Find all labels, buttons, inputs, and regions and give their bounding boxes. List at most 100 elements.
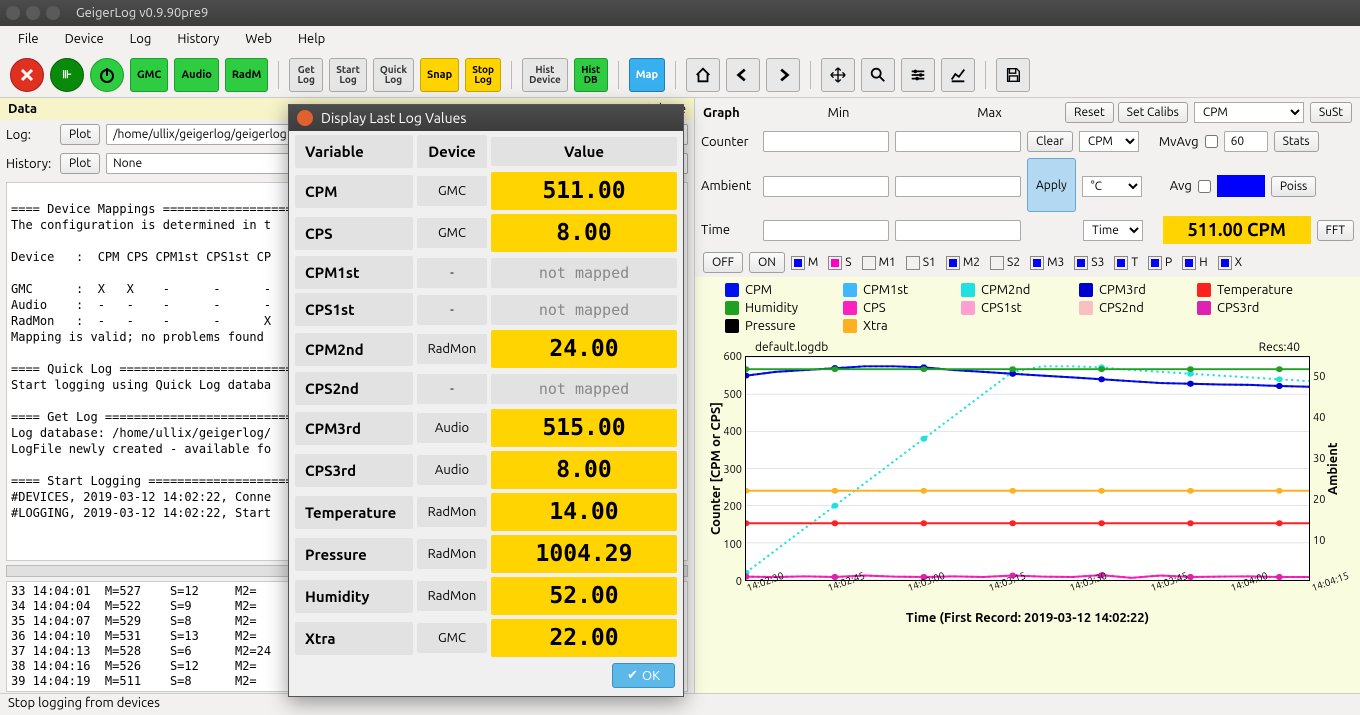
avg-check[interactable] (1198, 180, 1211, 193)
time-unit-select[interactable]: Time (1083, 220, 1143, 241)
snap-button[interactable]: Snap (420, 58, 459, 92)
audio-button[interactable]: Audio (174, 58, 218, 92)
ambient-min-input[interactable] (763, 176, 889, 197)
legend-cps1st: CPS1st (961, 301, 1061, 315)
menu-device[interactable]: Device (55, 29, 114, 49)
menu-file[interactable]: File (8, 29, 49, 49)
move-icon[interactable] (821, 58, 855, 92)
legend-cps3rd: CPS3rd (1197, 301, 1297, 315)
exit-button[interactable] (10, 58, 44, 92)
lastvalues-dialog: Display Last Log Values Variable Device … (288, 104, 684, 697)
settings-icon[interactable] (901, 58, 935, 92)
history-label: History: (6, 157, 54, 171)
check-T[interactable]: T (1114, 256, 1138, 270)
mvavg-check[interactable] (1205, 135, 1218, 148)
radm-button[interactable]: RadM (225, 58, 268, 92)
dlg-row-cpm3rd: CPM3rdAudio515.00 (295, 409, 677, 447)
forward-icon[interactable] (766, 58, 800, 92)
check-H[interactable]: H (1182, 256, 1207, 270)
dlg-row-cps3rd: CPS3rdAudio8.00 (295, 451, 677, 489)
home-icon[interactable] (686, 58, 720, 92)
dialog-ok-button[interactable]: ✔ OK (612, 663, 675, 688)
dlg-hdr-device: Device (417, 135, 487, 168)
check-S3[interactable]: S3 (1074, 256, 1104, 270)
fft-button[interactable]: FFT (1317, 220, 1354, 241)
off-button[interactable]: OFF (703, 252, 743, 273)
plot-history-button[interactable]: Plot (60, 153, 100, 174)
apply-button[interactable]: Apply (1027, 158, 1076, 212)
avg-color-swatch[interactable] (1217, 175, 1265, 197)
histdb-button[interactable]: HistDB (574, 58, 608, 92)
window-titlebar: GeigerLog v0.9.90pre9 (0, 0, 1360, 26)
chart-plot: 0100200300400500600 1020304050 (745, 356, 1310, 581)
check-S[interactable]: S (828, 256, 851, 270)
poiss-button[interactable]: Poiss (1271, 176, 1316, 197)
check-M1[interactable]: M1 (862, 256, 896, 270)
check-X[interactable]: X (1218, 256, 1242, 270)
check-M2[interactable]: M2 (946, 256, 980, 270)
graph-header: Graph (703, 106, 763, 120)
window-title: GeigerLog v0.9.90pre9 (76, 6, 208, 20)
time-min-input[interactable] (763, 220, 889, 241)
time-max-input[interactable] (895, 220, 1021, 241)
menu-web[interactable]: Web (235, 29, 282, 49)
dlg-row-humidity: HumidityRadMon52.00 (295, 577, 677, 615)
dlg-row-cps1st: CPS1st-not mapped (295, 293, 677, 326)
getlog-button[interactable]: GetLog (289, 58, 323, 92)
legend-cpm3rd: CPM3rd (1079, 283, 1179, 297)
startlog-button[interactable]: StartLog (329, 58, 367, 92)
legend-humidity: Humidity (725, 301, 825, 315)
counter-label: Counter (701, 135, 757, 149)
log-label: Log: (6, 128, 54, 142)
check-S2[interactable]: S2 (990, 256, 1020, 270)
menu-log[interactable]: Log (120, 29, 162, 49)
dlg-row-cpm: CPMGMC511.00 (295, 172, 677, 210)
dlg-hdr-value: Value (491, 137, 677, 166)
back-icon[interactable] (726, 58, 760, 92)
ambient-max-input[interactable] (895, 176, 1021, 197)
counter-unit-select[interactable]: CPM (1079, 131, 1139, 152)
clear-button[interactable]: Clear (1027, 131, 1073, 152)
stats-button[interactable]: Stats (1274, 131, 1319, 152)
reset-button[interactable]: Reset (1065, 102, 1114, 123)
check-M[interactable]: M (791, 256, 818, 270)
check-P[interactable]: P (1148, 256, 1172, 270)
histdevice-button[interactable]: HistDevice (522, 58, 568, 92)
menu-history[interactable]: History (167, 29, 229, 49)
cpm-select-top[interactable]: CPM (1194, 102, 1304, 123)
dialog-close-icon[interactable] (297, 110, 313, 126)
dlg-row-cpm1st: CPM1st-not mapped (295, 256, 677, 289)
counter-max-input[interactable] (895, 131, 1021, 152)
menu-help[interactable]: Help (288, 29, 335, 49)
legend-cpm2nd: CPM2nd (961, 283, 1061, 297)
check-S1[interactable]: S1 (906, 256, 936, 270)
window-max-icon[interactable] (46, 6, 60, 20)
window-close-icon[interactable] (6, 6, 20, 20)
legend-cps2nd: CPS2nd (1079, 301, 1179, 315)
dialog-title: Display Last Log Values (321, 110, 466, 126)
chart-filename: default.logdb (755, 341, 828, 354)
connect-button[interactable]: ⊪ (50, 58, 84, 92)
dlg-row-xtra: XtraGMC22.00 (295, 619, 677, 657)
chart-icon[interactable] (941, 58, 975, 92)
map-button[interactable]: Map (629, 58, 665, 92)
save-icon[interactable] (996, 58, 1030, 92)
ambient-unit-select[interactable]: °C (1082, 176, 1142, 197)
stoplog-button[interactable]: StopLog (465, 58, 501, 92)
sust-button[interactable]: SuSt (1310, 102, 1352, 123)
check-M3[interactable]: M3 (1030, 256, 1064, 270)
window-min-icon[interactable] (26, 6, 40, 20)
chart-recs: Recs:40 (1259, 341, 1300, 354)
gmc-button[interactable]: GMC (130, 58, 168, 92)
power-button[interactable] (90, 58, 124, 92)
setcalibs-button[interactable]: Set Calibs (1118, 102, 1188, 123)
legend-cpm: CPM (725, 283, 825, 297)
on-button[interactable]: ON (749, 252, 785, 273)
plot-log-button[interactable]: Plot (60, 124, 100, 145)
quicklog-button[interactable]: QuickLog (373, 58, 414, 92)
mvavg-input[interactable] (1224, 131, 1268, 152)
ambient-label: Ambient (701, 179, 757, 193)
time-label: Time (701, 223, 757, 237)
counter-min-input[interactable] (763, 131, 889, 152)
zoom-icon[interactable] (861, 58, 895, 92)
